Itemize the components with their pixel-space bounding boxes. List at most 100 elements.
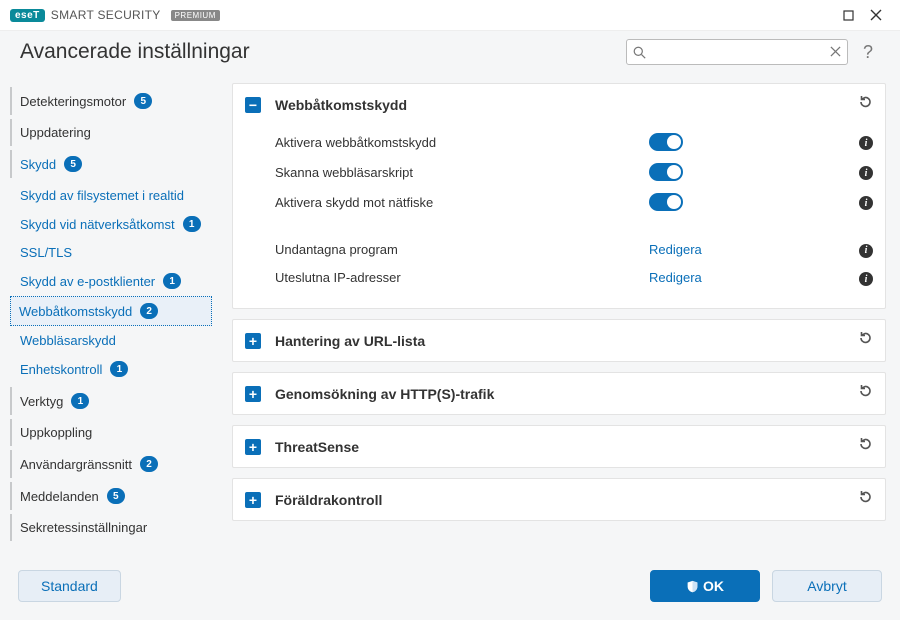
info-icon[interactable]: i — [859, 196, 873, 210]
sidebar-item-2[interactable]: Skydd 5 — [10, 150, 212, 178]
maximize-button[interactable] — [834, 1, 862, 29]
setting-control — [649, 163, 849, 181]
sidebar-item-label: Webbläsarskydd — [20, 333, 116, 348]
sidebar-item-9[interactable]: Enhetskontroll 1 — [10, 355, 212, 383]
reset-button[interactable] — [857, 489, 873, 510]
sidebar-item-8[interactable]: Webbläsarskydd — [10, 327, 212, 354]
sidebar-item-label: SSL/TLS — [20, 245, 72, 260]
sidebar-item-label: Meddelanden — [20, 489, 99, 504]
square-icon — [843, 10, 854, 21]
expand-icon[interactable]: + — [245, 492, 261, 508]
info-cell: i — [849, 241, 873, 258]
setting-row-1: Skanna webbläsarskript i — [275, 157, 873, 187]
sidebar: Detekteringsmotor5UppdateringSkydd5Skydd… — [0, 79, 222, 558]
sidebar-item-4[interactable]: Skydd vid nätverksåtkomst1 — [10, 210, 212, 238]
panel-header[interactable]: +ThreatSense — [233, 426, 885, 467]
sidebar-item-7[interactable]: Webbåtkomstskydd2 — [10, 296, 212, 326]
sidebar-item-10[interactable]: Verktyg1 — [10, 387, 212, 415]
sidebar-item-label: Skydd av e-postklienter — [20, 274, 155, 289]
search-input[interactable] — [650, 45, 826, 59]
setting-row-2: Aktivera skydd mot nätfiske i — [275, 187, 873, 217]
info-icon[interactable]: i — [859, 272, 873, 286]
expand-icon[interactable]: + — [245, 333, 261, 349]
setting-label: Aktivera webbåtkomstskydd — [275, 135, 649, 150]
app-window: eseT SMART SECURITY PREMIUM Avancerade i… — [0, 0, 900, 620]
spacer — [275, 217, 873, 235]
panel-header[interactable]: +Genomsökning av HTTP(S)-trafik — [233, 373, 885, 414]
reset-button[interactable] — [857, 330, 873, 351]
panel-header[interactable]: −Webbåtkomstskydd — [233, 84, 885, 125]
sidebar-item-6[interactable]: Skydd av e-postklienter1 — [10, 267, 212, 295]
panel-header[interactable]: +Föräldrakontroll — [233, 479, 885, 520]
setting-label: Skanna webbläsarskript — [275, 165, 649, 180]
info-cell: i — [849, 164, 873, 181]
brand-logo: eseT SMART SECURITY PREMIUM — [10, 8, 220, 22]
sidebar-item-0[interactable]: Detekteringsmotor5 — [10, 87, 212, 115]
edit-link[interactable]: Redigera — [649, 242, 702, 257]
expand-icon[interactable]: + — [245, 386, 261, 402]
search-box[interactable] — [626, 39, 848, 65]
sidebar-item-label: Uppdatering — [20, 125, 91, 140]
panel-4: +Föräldrakontroll — [232, 478, 886, 521]
sidebar-item-5[interactable]: SSL/TLS — [10, 239, 212, 266]
info-cell: i — [849, 134, 873, 151]
panel-title: Webbåtkomstskydd — [275, 97, 857, 113]
info-icon[interactable]: i — [859, 166, 873, 180]
edit-link[interactable]: Redigera — [649, 270, 702, 285]
brand-text: SMART SECURITY — [51, 8, 161, 22]
sidebar-item-badge: 1 — [183, 216, 201, 232]
sidebar-item-badge: 1 — [110, 361, 128, 377]
sidebar-item-14[interactable]: Sekretessinställningar — [10, 514, 212, 541]
panel-title: Hantering av URL-lista — [275, 333, 857, 349]
panel-body: Aktivera webbåtkomstskyddiSkanna webbläs… — [233, 125, 885, 308]
panel-3: +ThreatSense — [232, 425, 886, 468]
setting-control: Redigera — [649, 242, 849, 257]
info-cell: i — [849, 270, 873, 287]
sidebar-item-label: Användargränssnitt — [20, 457, 132, 472]
search-icon — [633, 46, 646, 59]
expand-icon[interactable]: + — [245, 439, 261, 455]
sidebar-item-badge: 5 — [64, 156, 82, 172]
setting-control: Redigera — [649, 270, 849, 285]
setting-control — [649, 193, 849, 211]
panel-2: +Genomsökning av HTTP(S)-trafik — [232, 372, 886, 415]
sidebar-item-badge: 2 — [140, 303, 158, 319]
panel-header[interactable]: + Hantering av URL-lista — [233, 320, 885, 361]
close-icon — [870, 9, 882, 21]
page-title: Avancerade inställningar — [20, 40, 250, 64]
brand-tier: PREMIUM — [171, 10, 220, 21]
setting-row-4: Undantagna programRedigerai — [275, 235, 873, 264]
toggle-switch[interactable] — [649, 193, 683, 211]
reset-button[interactable] — [857, 436, 873, 457]
toggle-switch[interactable] — [649, 163, 683, 181]
close-button[interactable] — [862, 1, 890, 29]
undo-icon — [857, 383, 873, 399]
reset-button[interactable] — [857, 94, 873, 115]
sidebar-item-label: Skydd — [20, 157, 56, 172]
collapse-icon[interactable]: − — [245, 97, 261, 113]
ok-button[interactable]: OK — [650, 570, 760, 602]
setting-row-5: Uteslutna IP-adresserRedigerai — [275, 264, 873, 293]
sidebar-item-13[interactable]: Meddelanden 5 — [10, 482, 212, 510]
default-button[interactable]: Standard — [18, 570, 121, 602]
sidebar-item-1[interactable]: Uppdatering — [10, 119, 212, 146]
toggle-switch[interactable] — [649, 133, 683, 151]
sidebar-item-label: Verktyg — [20, 394, 63, 409]
sidebar-item-11[interactable]: Uppkoppling — [10, 419, 212, 446]
sidebar-item-badge: 5 — [134, 93, 152, 109]
help-button[interactable]: ? — [856, 42, 880, 63]
sidebar-item-badge: 5 — [107, 488, 125, 504]
sidebar-item-3[interactable]: Skydd av filsystemet i realtid — [10, 182, 212, 209]
undo-icon — [857, 436, 873, 452]
reset-button[interactable] — [857, 383, 873, 404]
sidebar-item-badge: 2 — [140, 456, 158, 472]
titlebar: eseT SMART SECURITY PREMIUM — [0, 0, 900, 30]
sidebar-item-12[interactable]: Användargränssnitt 2 — [10, 450, 212, 478]
cancel-button[interactable]: Avbryt — [772, 570, 882, 602]
info-icon[interactable]: i — [859, 136, 873, 150]
info-icon[interactable]: i — [859, 244, 873, 258]
sidebar-item-label: Enhetskontroll — [20, 362, 102, 377]
ok-button-label: OK — [703, 578, 724, 594]
search-clear-button[interactable] — [830, 44, 841, 60]
setting-label: Aktivera skydd mot nätfiske — [275, 195, 649, 210]
